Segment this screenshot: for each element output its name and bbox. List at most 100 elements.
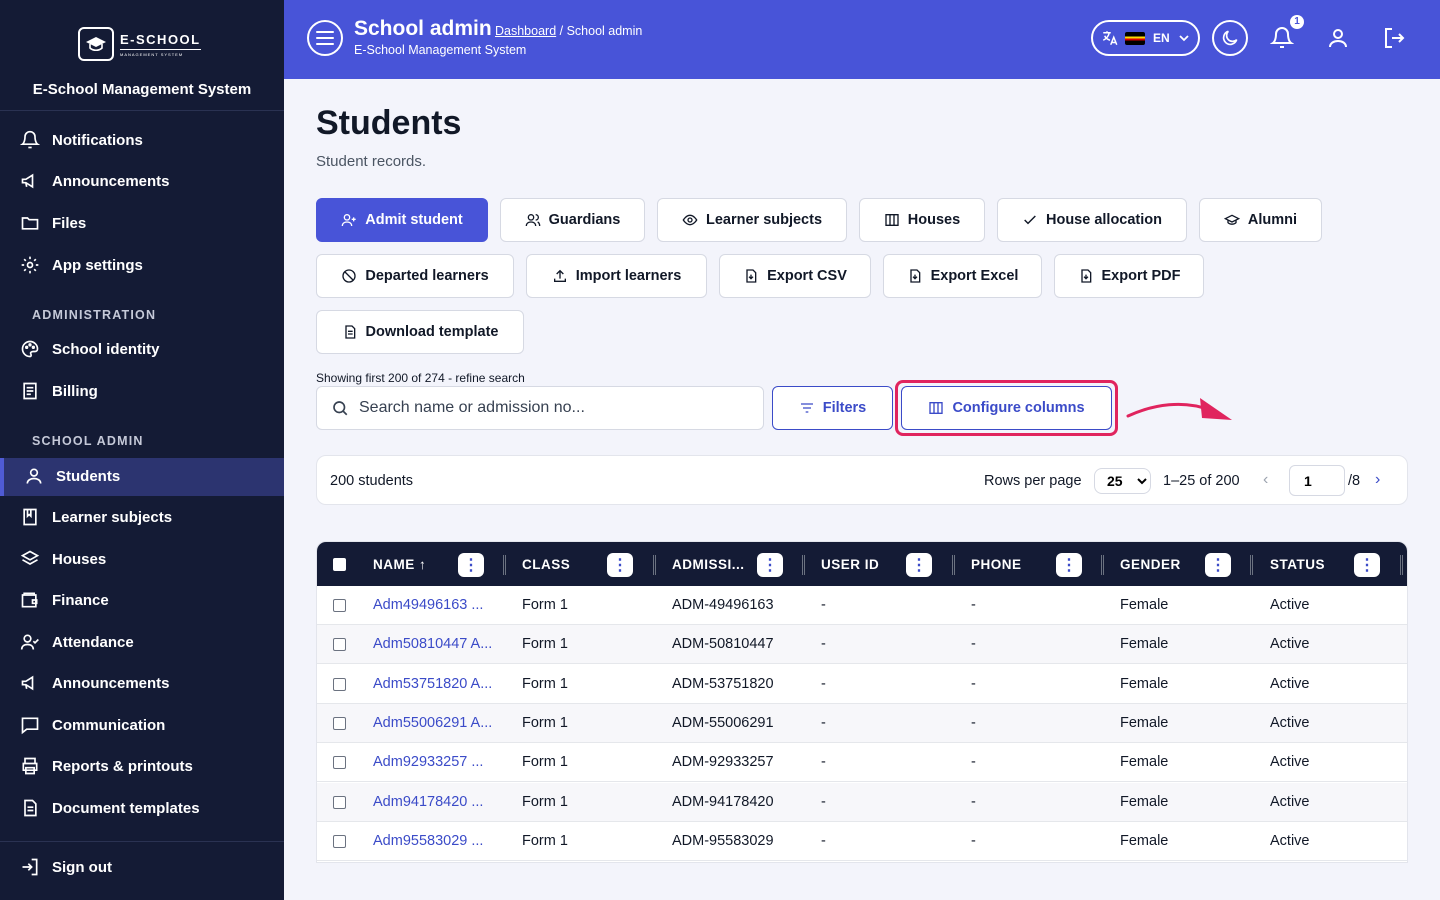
cell-name[interactable]: Adm53751820 A... [373, 676, 492, 692]
sidebar-item-notifications[interactable]: Notifications [20, 122, 284, 158]
sidebar-item-reports[interactable]: Reports & printouts [20, 748, 284, 784]
download-template-button[interactable]: Download template [316, 310, 524, 354]
cell-name[interactable]: Adm50810447 A... [373, 636, 492, 652]
cell-phone: - [971, 832, 976, 849]
column-menu-button[interactable]: ⋮ [458, 553, 484, 577]
cell-name[interactable]: Adm92933257 ... [373, 754, 483, 770]
previous-page-button[interactable]: ‹ [1263, 471, 1268, 489]
table-row[interactable]: Adm50810447 A... Form 1 ADM-50810447 - - Fema… [317, 625, 1407, 665]
sidebar-item-school-identity[interactable]: School identity [20, 331, 284, 367]
table-row[interactable]: Adm95583029 ... Form 1 ADM-95583029 - - Femal… [317, 822, 1407, 861]
column-resize-handle[interactable] [952, 555, 955, 575]
row-checkbox[interactable] [333, 756, 346, 770]
theme-toggle-button[interactable] [1212, 20, 1248, 56]
column-menu-button[interactable]: ⋮ [1354, 553, 1380, 577]
sidebar-item-files[interactable]: Files [20, 205, 284, 241]
alumni-button[interactable]: Alumni [1199, 198, 1322, 242]
departed-learners-button[interactable]: Departed learners [316, 254, 514, 298]
export-pdf-button[interactable]: Export PDF [1054, 254, 1204, 298]
sidebar-item-label: Billing [52, 382, 98, 400]
row-checkbox[interactable] [333, 795, 346, 809]
sidebar-item-attendance[interactable]: Attendance [20, 624, 284, 660]
file-download-icon [746, 269, 757, 283]
filters-button[interactable]: Filters [772, 386, 893, 430]
sidebar-item-learner-subjects[interactable]: Learner subjects [20, 499, 284, 535]
cell-phone: - [971, 714, 976, 731]
column-menu-button[interactable]: ⋮ [757, 553, 783, 577]
sidebar-item-document-templates[interactable]: Document templates [20, 790, 284, 826]
sidebar-item-students[interactable]: Students [24, 458, 284, 494]
rows-per-page-select[interactable]: 25 [1094, 468, 1151, 494]
rows-per-page-label: Rows per page [984, 473, 1082, 489]
table-row[interactable]: Adm49496163 ... Form 1 ADM-49496163 - - Femal… [317, 586, 1407, 625]
select-all-checkbox[interactable] [333, 558, 346, 571]
column-menu-button[interactable]: ⋮ [906, 553, 932, 577]
import-learners-button[interactable]: Import learners [526, 254, 707, 298]
sidebar-item-announcements[interactable]: Announcements [20, 163, 284, 199]
row-checkbox[interactable] [333, 638, 346, 652]
column-resize-handle[interactable] [1101, 555, 1104, 575]
cell-name[interactable]: Adm95583029 ... [373, 833, 483, 849]
column-header-class[interactable]: CLASS [522, 542, 570, 586]
sidebar-item-billing[interactable]: Billing [20, 373, 284, 409]
configure-columns-button[interactable]: Configure columns [901, 386, 1112, 430]
total-pages: /8 [1348, 473, 1361, 489]
admit-student-button[interactable]: Admit student [316, 198, 488, 242]
table-row[interactable]: Adm53751820 A... Form 1 ADM-53751820 - - Fema… [317, 665, 1407, 704]
cell-gender: Female [1120, 636, 1169, 653]
language-selector[interactable]: EN [1091, 20, 1200, 56]
file-text-icon [344, 325, 355, 339]
column-menu-button[interactable]: ⋮ [1205, 553, 1231, 577]
page-number-input[interactable] [1289, 465, 1345, 496]
sidebar-item-label: Files [52, 214, 87, 232]
bell-icon[interactable] [1270, 26, 1294, 50]
column-header-name[interactable]: NAME ↑ [373, 542, 426, 586]
learner-subjects-button[interactable]: Learner subjects [657, 198, 847, 242]
row-checkbox[interactable] [333, 834, 346, 848]
export-csv-button[interactable]: Export CSV [719, 254, 871, 298]
column-resize-handle[interactable] [653, 555, 656, 575]
ban-icon [342, 269, 357, 283]
sidebar-item-app-settings[interactable]: App settings [20, 247, 284, 283]
column-header-phone[interactable]: PHONE [971, 542, 1022, 586]
user-icon[interactable] [1326, 26, 1350, 50]
export-excel-label: Export Excel [930, 268, 1019, 284]
cell-status: Active [1270, 675, 1310, 692]
column-menu-button[interactable]: ⋮ [1056, 553, 1082, 577]
column-resize-handle[interactable] [503, 555, 506, 575]
sign-out-button[interactable]: Sign out [20, 849, 284, 885]
column-header-admission[interactable]: ADMISSI... [672, 542, 745, 586]
column-resize-handle[interactable] [1250, 555, 1253, 575]
sidebar-item-communication[interactable]: Communication [20, 707, 284, 743]
column-resize-handle[interactable] [1400, 555, 1403, 575]
cell-name[interactable]: Adm55006291 A... [373, 715, 492, 731]
column-menu-button[interactable]: ⋮ [607, 553, 633, 577]
sidebar-item-announcements-school[interactable]: Announcements [20, 665, 284, 701]
column-header-user-id[interactable]: USER ID [821, 542, 879, 586]
house-allocation-button[interactable]: House allocation [997, 198, 1187, 242]
breadcrumb-dashboard-link[interactable]: Dashboard [495, 24, 556, 38]
menu-toggle-button[interactable] [307, 20, 343, 56]
export-excel-button[interactable]: Export Excel [883, 254, 1042, 298]
logout-icon[interactable] [1382, 26, 1406, 50]
sidebar-item-label: Finance [52, 591, 109, 609]
cell-name[interactable]: Adm94178420 ... [373, 794, 483, 810]
cell-status: Active [1270, 754, 1310, 771]
table-row[interactable]: Adm94178420 ... Form 1 ADM-94178420 - - Femal… [317, 782, 1407, 822]
houses-button[interactable]: Houses [859, 198, 985, 242]
next-page-button[interactable]: › [1375, 471, 1380, 489]
row-checkbox[interactable] [333, 677, 346, 691]
column-header-status[interactable]: STATUS [1270, 542, 1325, 586]
row-checkbox[interactable] [333, 599, 346, 612]
guardians-button[interactable]: Guardians [500, 198, 645, 242]
table-row[interactable]: Adm92933257 ... Form 1 ADM-92933257 - - Femal… [317, 743, 1407, 783]
search-input[interactable] [359, 399, 739, 417]
column-resize-handle[interactable] [802, 555, 805, 575]
sidebar-item-finance[interactable]: Finance [20, 582, 284, 618]
sidebar-item-houses[interactable]: Houses [20, 541, 284, 577]
table-row[interactable]: Adm55006291 A... Form 1 ADM-55006291 - - Fema… [317, 703, 1407, 743]
row-checkbox[interactable] [333, 716, 346, 730]
cell-phone: - [971, 675, 976, 692]
column-header-gender[interactable]: GENDER [1120, 542, 1181, 586]
cell-name[interactable]: Adm49496163 ... [373, 597, 483, 613]
